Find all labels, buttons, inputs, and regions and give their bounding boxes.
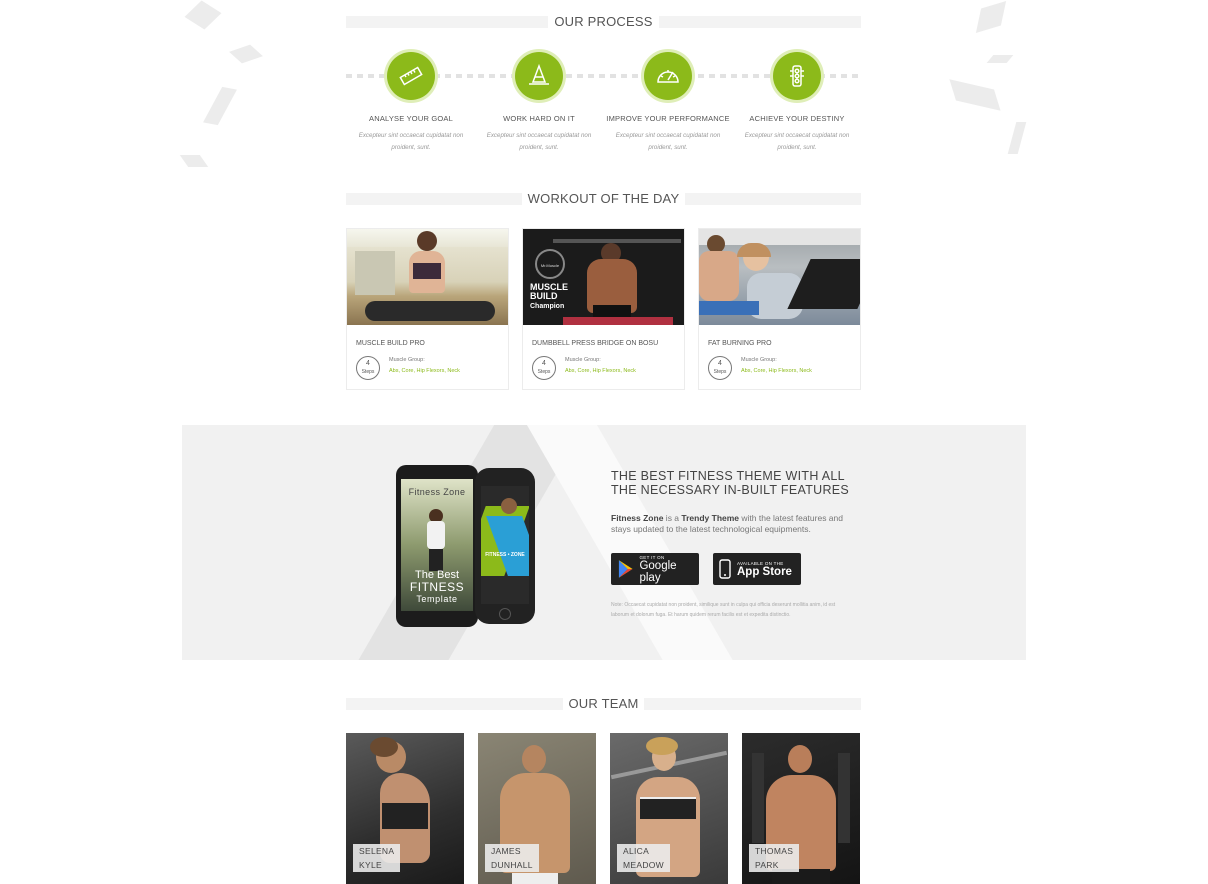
phone-mockup: Fitness Zone The Best FITNESS Template <box>396 465 478 627</box>
google-play-icon <box>618 560 633 578</box>
brand-name: Fitness Zone <box>611 513 664 523</box>
workout-image: Mr.Muscle MUSCLE BUILD Champion <box>523 229 684 325</box>
process-step: IMPROVE YOUR PERFORMANCE Excepteur sint … <box>604 52 732 154</box>
brand-badge: Mr.Muscle <box>535 249 565 279</box>
member-first-name: JAMES <box>491 846 521 856</box>
process-section-title: OUR PROCESS <box>346 14 861 30</box>
cone-icon <box>515 52 563 100</box>
muscle-group-label: Muscle Group: <box>565 357 601 363</box>
promo-text: Fitness Zone is a Trendy Theme with the … <box>611 513 851 535</box>
step-title: ANALYSE YOUR GOAL <box>369 114 453 123</box>
decorative-shard <box>986 55 1014 63</box>
steps-count: 4 <box>718 360 722 367</box>
workout-image <box>347 229 508 325</box>
member-last-name: MEADOW <box>623 860 664 870</box>
process-step: ANALYSE YOUR GOAL Excepteur sint occaeca… <box>347 52 475 154</box>
decorative-shard <box>949 79 1001 111</box>
workout-section-title: WORKOUT OF THE DAY <box>346 191 861 207</box>
steps-count: 4 <box>542 360 546 367</box>
step-description: Excepteur sint occaecat cupidatat non pr… <box>358 132 464 151</box>
ruler-icon <box>387 52 435 100</box>
member-first-name: THOMAS <box>755 846 794 856</box>
traffic-light-icon <box>773 52 821 100</box>
image-caption: MUSCLE BUILD Champion <box>530 283 568 311</box>
decorative-shard <box>184 0 222 30</box>
iphone-icon <box>719 559 731 579</box>
google-play-big: Google play <box>639 559 677 584</box>
member-last-name: PARK <box>755 860 779 870</box>
process-step: WORK HARD ON IT Excepteur sint occaecat … <box>475 52 603 154</box>
google-play-button[interactable]: GET IT ON Google play <box>611 553 699 585</box>
highlight-text: Trendy Theme <box>681 513 740 523</box>
step-description: Excepteur sint occaecat cupidatat non pr… <box>744 132 850 151</box>
phone-title: Fitness Zone <box>408 487 466 497</box>
phone-screen: FITNESS • ZONE <box>481 486 529 604</box>
steps-count: 4 <box>366 360 370 367</box>
muscle-list[interactable]: Abs, Core, Hip Flexors, Neck <box>741 368 812 374</box>
member-first-name: ALICA <box>623 846 650 856</box>
promo-title: THE BEST FITNESS THEME WITH ALL THE NECE… <box>611 469 850 497</box>
workout-image <box>699 229 860 325</box>
decorative-shard <box>975 1 1007 33</box>
muscle-list[interactable]: Abs, Core, Hip Flexors, Neck <box>389 368 460 374</box>
phone-line: Template <box>416 594 458 604</box>
caption-line: BUILD <box>530 291 558 301</box>
muscle-list[interactable]: Abs, Core, Hip Flexors, Neck <box>565 368 636 374</box>
workout-name[interactable]: DUMBBELL PRESS BRIDGE ON BOSU <box>532 340 658 347</box>
steps-badge: 4 Steps <box>532 356 556 380</box>
decorative-shard <box>229 44 263 64</box>
process-step: ACHIEVE YOUR DESTINY Excepteur sint occa… <box>733 52 861 154</box>
decorative-shard <box>179 155 209 167</box>
muscle-group-label: Muscle Group: <box>389 357 425 363</box>
member-name[interactable]: JAMES DUNHALL <box>485 844 539 872</box>
workout-card[interactable]: Mr.Muscle MUSCLE BUILD Champion DUMBBELL… <box>522 228 685 390</box>
workout-card[interactable]: FAT BURNING PRO 4 Steps Muscle Group: Abs… <box>698 228 861 390</box>
caption-line: Champion <box>530 303 565 310</box>
member-name[interactable]: SELENA KYLE <box>353 844 401 872</box>
step-title: IMPROVE YOUR PERFORMANCE <box>606 114 730 123</box>
phone-line: FITNESS <box>409 580 465 594</box>
member-last-name: KYLE <box>359 860 382 870</box>
decorative-shard <box>1007 122 1027 154</box>
phone2-label: FITNESS • ZONE <box>485 552 525 558</box>
section-heading: OUR PROCESS <box>548 14 659 30</box>
team-member-card[interactable]: SELENA KYLE <box>346 733 464 884</box>
decorative-shard <box>203 86 237 126</box>
steps-label: Steps <box>713 369 727 375</box>
team-member-card[interactable]: THOMAS PARK <box>742 733 860 884</box>
promo-text-mid: is a <box>663 513 682 523</box>
app-promo-section: Fitness Zone The Best FITNESS Template F… <box>182 425 1026 660</box>
workout-name[interactable]: FAT BURNING PRO <box>708 340 772 347</box>
steps-label: Steps <box>537 369 551 375</box>
team-section-title: OUR TEAM <box>346 696 861 712</box>
phone-screen: Fitness Zone The Best FITNESS Template <box>401 479 473 611</box>
decorative-stripe <box>515 425 759 660</box>
member-last-name: DUNHALL <box>491 860 533 870</box>
team-member-card[interactable]: JAMES DUNHALL <box>478 733 596 884</box>
member-name[interactable]: THOMAS PARK <box>749 844 800 872</box>
section-heading: WORKOUT OF THE DAY <box>521 191 686 207</box>
member-first-name: SELENA <box>359 846 395 856</box>
step-description: Excepteur sint occaecat cupidatat non pr… <box>486 132 592 151</box>
team-member-card[interactable]: ALICA MEADOW <box>610 733 728 884</box>
steps-badge: 4 Steps <box>356 356 380 380</box>
promo-note: Note: Occaecat cupidatat non proident, s… <box>611 602 836 618</box>
workout-name[interactable]: MUSCLE BUILD PRO <box>356 340 425 347</box>
step-title: WORK HARD ON IT <box>503 114 575 123</box>
phone-mockup: FITNESS • ZONE <box>475 468 535 624</box>
member-name[interactable]: ALICA MEADOW <box>617 844 670 872</box>
steps-label: Steps <box>361 369 375 375</box>
step-description: Excepteur sint occaecat cupidatat non pr… <box>615 132 721 151</box>
steps-badge: 4 Steps <box>708 356 732 380</box>
step-title: ACHIEVE YOUR DESTINY <box>749 114 845 123</box>
speedometer-icon <box>644 52 692 100</box>
section-heading: OUR TEAM <box>562 696 645 712</box>
app-store-big: App Store <box>737 565 792 578</box>
app-store-button[interactable]: AVAILABLE ON THE App Store <box>713 553 801 585</box>
muscle-group-label: Muscle Group: <box>741 357 777 363</box>
phone-headline: The Best FITNESS Template <box>401 569 473 605</box>
workout-card[interactable]: MUSCLE BUILD PRO 4 Steps Muscle Group: Ab… <box>346 228 509 390</box>
